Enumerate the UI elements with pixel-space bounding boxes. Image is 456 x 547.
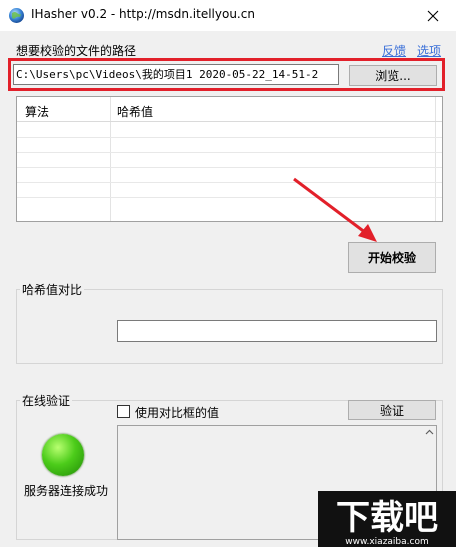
red-arrow-annotation (293, 177, 377, 242)
path-label: 想要校验的文件的路径 (16, 44, 137, 58)
column-divider (110, 97, 111, 221)
feedback-link[interactable]: 反馈 (382, 42, 406, 59)
browse-button[interactable]: 浏览... (349, 65, 437, 86)
hash-compare-input[interactable] (117, 320, 437, 342)
online-verify-title: 在线验证 (20, 392, 73, 409)
scroll-up-arrow-icon[interactable] (424, 427, 435, 438)
svg-text:www.xiazaiba.com: www.xiazaiba.com (345, 537, 429, 547)
header-divider (17, 121, 442, 122)
use-compare-checkbox[interactable] (117, 405, 130, 418)
options-link[interactable]: 选项 (417, 42, 441, 59)
start-verify-button[interactable]: 开始校验 (348, 242, 436, 273)
globe-icon (9, 8, 24, 23)
close-icon (427, 10, 439, 21)
hash-compare-title: 哈希值对比 (20, 281, 85, 298)
green-status-light-icon (42, 434, 84, 476)
verify-button[interactable]: 验证 (348, 400, 436, 420)
column-header-algorithm[interactable]: 算法 (25, 103, 49, 120)
server-status-text: 服务器连接成功 (24, 484, 109, 498)
window-title: IHasher v0.2 - http://msdn.itellyou.cn (31, 7, 255, 21)
close-button[interactable] (410, 0, 456, 31)
column-header-hash[interactable]: 哈希值 (117, 103, 153, 120)
row-divider (17, 167, 442, 168)
use-compare-label[interactable]: 使用对比框的值 (135, 404, 219, 421)
row-divider (17, 137, 442, 138)
file-path-input[interactable]: C:\Users\pc\Videos\我的项目1 2020-05-22_14-5… (13, 64, 339, 85)
column-divider (435, 97, 436, 221)
row-divider (17, 152, 442, 153)
svg-text:下载吧: 下载吧 (336, 498, 438, 538)
site-watermark-logo: 下载吧 www.xiazaiba.com (318, 491, 456, 547)
